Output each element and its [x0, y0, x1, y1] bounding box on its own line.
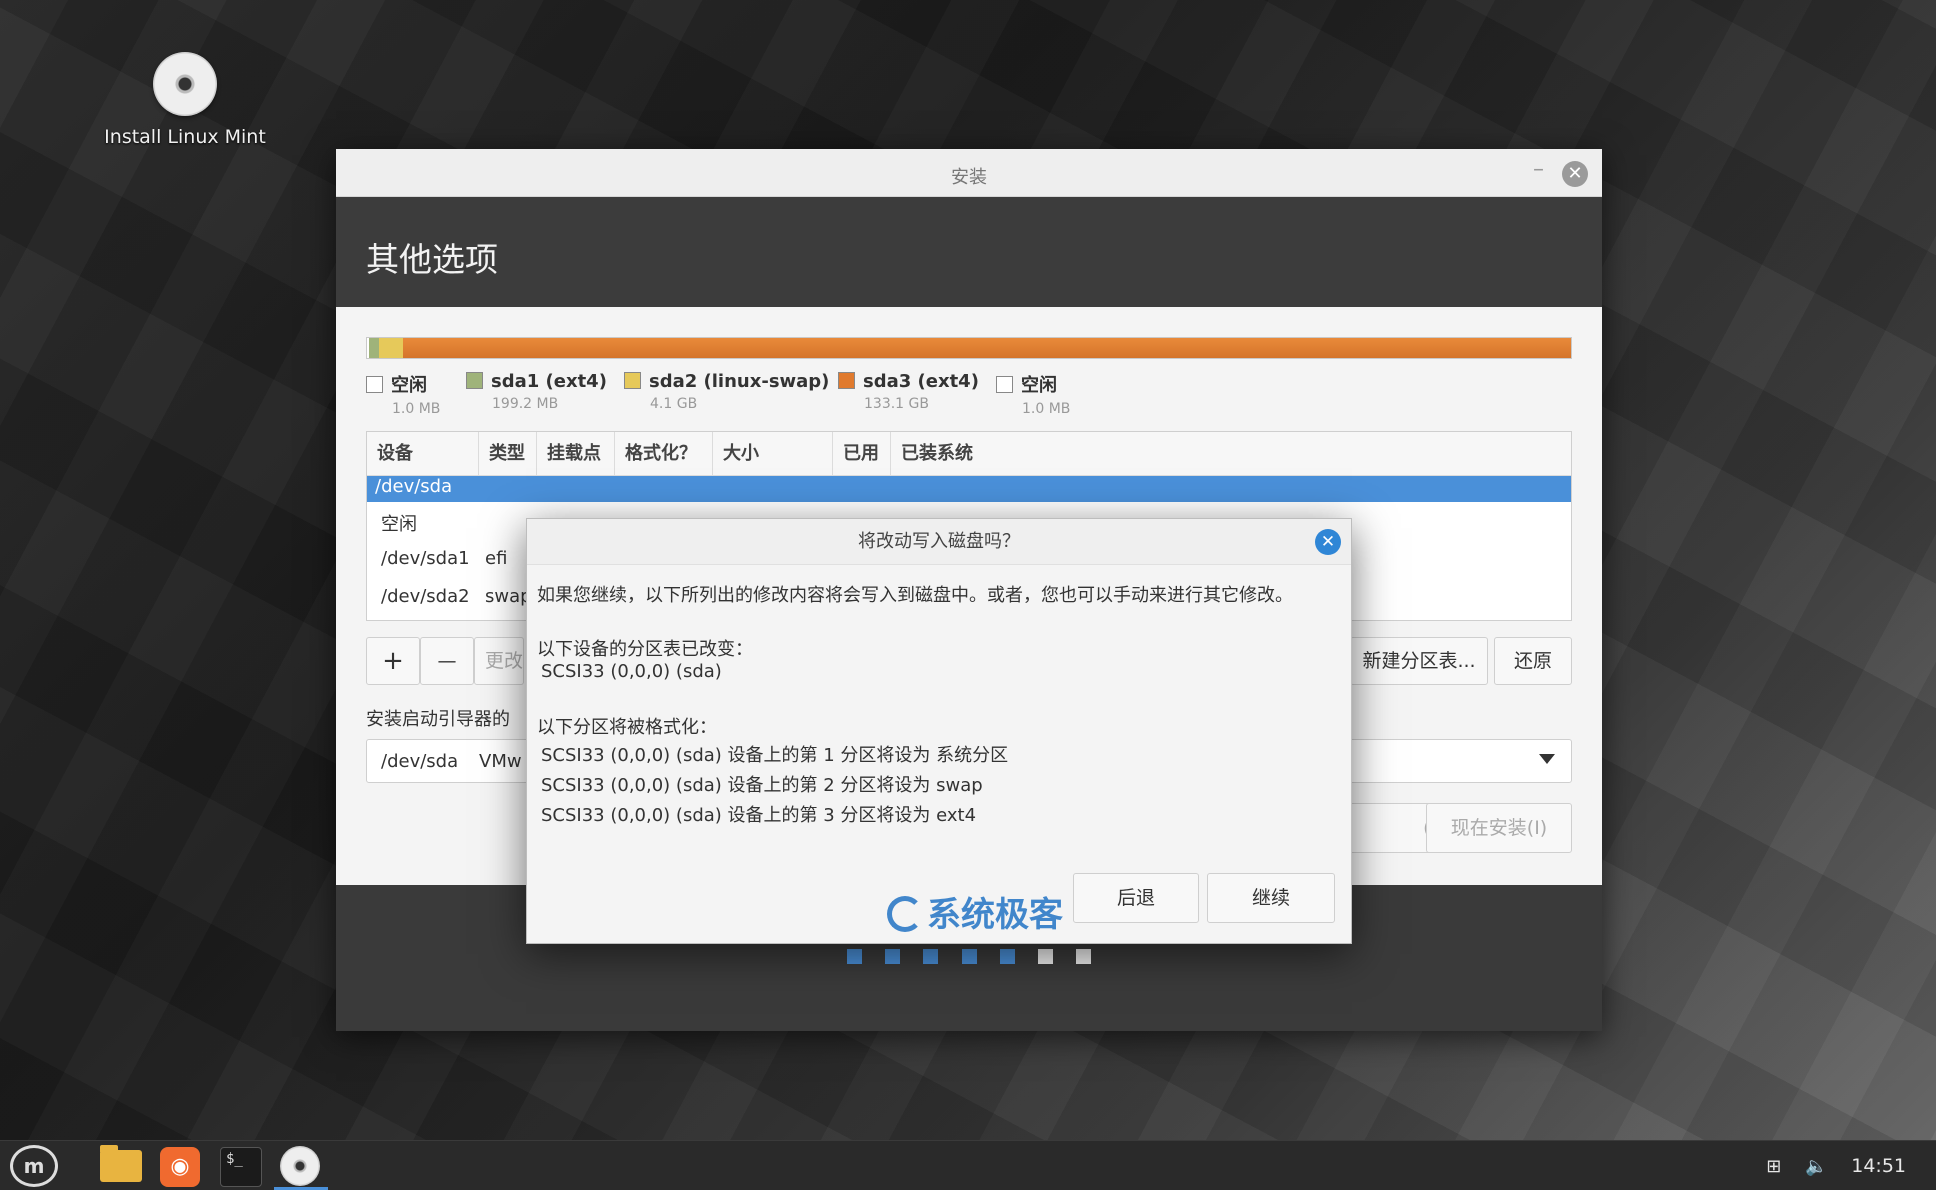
legend-swatch	[466, 372, 483, 389]
column-header[interactable]: 大小	[713, 432, 833, 476]
dialog-title: 将改动写入磁盘吗？	[527, 519, 1351, 565]
column-header[interactable]: 设备	[367, 432, 479, 476]
install-linux-mint-desktop-icon[interactable]: Install Linux Mint	[100, 52, 270, 148]
disc-icon	[153, 52, 217, 116]
dialog-close-icon[interactable]: ✕	[1315, 529, 1341, 555]
network-icon[interactable]: ⊞	[1766, 1156, 1781, 1177]
progress-dots	[336, 949, 1602, 968]
mint-menu-icon[interactable]: m	[10, 1145, 58, 1187]
terminal-icon[interactable]: $_	[220, 1147, 262, 1187]
minimize-icon[interactable]: –	[1533, 157, 1544, 182]
bootloader-device-desc: VMw	[479, 751, 522, 772]
heading-band: 其他选项	[336, 197, 1602, 307]
installer-taskbar-icon[interactable]	[280, 1146, 320, 1186]
diskbar-sda2-segment	[379, 338, 403, 358]
clock[interactable]: 14:51	[1851, 1155, 1906, 1177]
column-header[interactable]: 类型	[479, 432, 537, 476]
add-partition-button[interactable]: +	[366, 637, 420, 685]
bootloader-label: 安装启动引导器的	[366, 709, 510, 730]
dialog-section-item: SCSI33 (0,0,0) (sda) 设备上的第 2 分区将设为 swap	[541, 775, 983, 796]
column-header[interactable]: 已装系统	[891, 432, 1571, 476]
table-header: 设备 类型 挂载点 格式化？ 大小 已用 已装系统	[367, 432, 1571, 476]
write-changes-dialog: 将改动写入磁盘吗？ ✕ 如果您继续，以下所列出的修改内容将会写入到磁盘中。或者，…	[526, 518, 1352, 944]
legend-item: 空闲 1.0 MB	[996, 371, 1070, 417]
change-partition-button[interactable]: 更改	[474, 637, 524, 685]
watermark-logo: 系统极客	[887, 887, 1063, 936]
system-tray: ⊞ 🔈 14:51	[1748, 1155, 1906, 1177]
legend-item: sda1 (ext4) 199.2 MB	[466, 371, 607, 412]
legend-item: sda2 (linux-swap) 4.1 GB	[624, 371, 829, 412]
page-title: 其他选项	[366, 240, 498, 279]
firefox-icon[interactable]: ◉	[160, 1147, 200, 1187]
desktop-icon-label: Install Linux Mint	[104, 126, 266, 148]
column-header[interactable]: 格式化？	[615, 432, 713, 476]
diskbar-sda1-segment	[369, 338, 379, 358]
dialog-section-item: SCSI33 (0,0,0) (sda) 设备上的第 1 分区将设为 系统分区	[541, 745, 1009, 766]
table-row[interactable]: /dev/sda	[367, 476, 1571, 502]
legend-swatch	[996, 376, 1013, 393]
dialog-section-item: SCSI33 (0,0,0) (sda) 设备上的第 3 分区将设为 ext4	[541, 805, 977, 826]
files-icon[interactable]	[100, 1145, 142, 1182]
column-header[interactable]: 已用	[833, 432, 891, 476]
volume-icon[interactable]: 🔈	[1805, 1156, 1827, 1177]
column-header[interactable]: 挂载点	[537, 432, 615, 476]
revert-button[interactable]: 还原	[1494, 637, 1572, 685]
window-titlebar[interactable]: 安装 – ✕	[336, 149, 1602, 197]
dialog-back-button[interactable]: 后退	[1073, 873, 1199, 923]
legend-swatch	[838, 372, 855, 389]
legend-swatch	[366, 376, 383, 393]
dialog-continue-button[interactable]: 继续	[1207, 873, 1335, 923]
dialog-intro: 如果您继续，以下所列出的修改内容将会写入到磁盘中。或者，您也可以手动来进行其它修…	[537, 585, 1293, 606]
legend-item: sda3 (ext4) 133.1 GB	[838, 371, 979, 412]
taskbar: m ◉ $_ ⊞ 🔈 14:51	[0, 1140, 1936, 1190]
window-title: 安装	[951, 167, 987, 188]
progress-dot	[961, 949, 977, 964]
progress-dot	[999, 949, 1015, 964]
dialog-section-heading: 以下设备的分区表已改变：	[537, 639, 753, 660]
swirl-icon	[887, 896, 923, 932]
progress-dot	[847, 949, 863, 964]
progress-dot	[1037, 949, 1053, 964]
progress-dot	[923, 949, 939, 964]
dialog-section-item: SCSI33 (0,0,0) (sda)	[541, 661, 722, 682]
legend-item: 空闲 1.0 MB	[366, 371, 440, 417]
progress-dot	[1075, 949, 1091, 964]
partition-legend: 空闲 1.0 MB sda1 (ext4) 199.2 MB sda2 (lin…	[366, 371, 1572, 425]
disk-usage-bar	[366, 337, 1572, 359]
legend-swatch	[624, 372, 641, 389]
window-close-icon[interactable]: ✕	[1562, 161, 1588, 187]
install-now-button[interactable]: 现在安装(I)	[1426, 803, 1572, 853]
remove-partition-button[interactable]: —	[420, 637, 474, 685]
new-partition-table-button[interactable]: 新建分区表...	[1350, 637, 1488, 685]
progress-dot	[885, 949, 901, 964]
dropdown-arrow-icon	[1539, 754, 1555, 764]
bootloader-device-value: /dev/sda	[381, 751, 459, 772]
dialog-section-heading: 以下分区将被格式化：	[537, 717, 717, 738]
